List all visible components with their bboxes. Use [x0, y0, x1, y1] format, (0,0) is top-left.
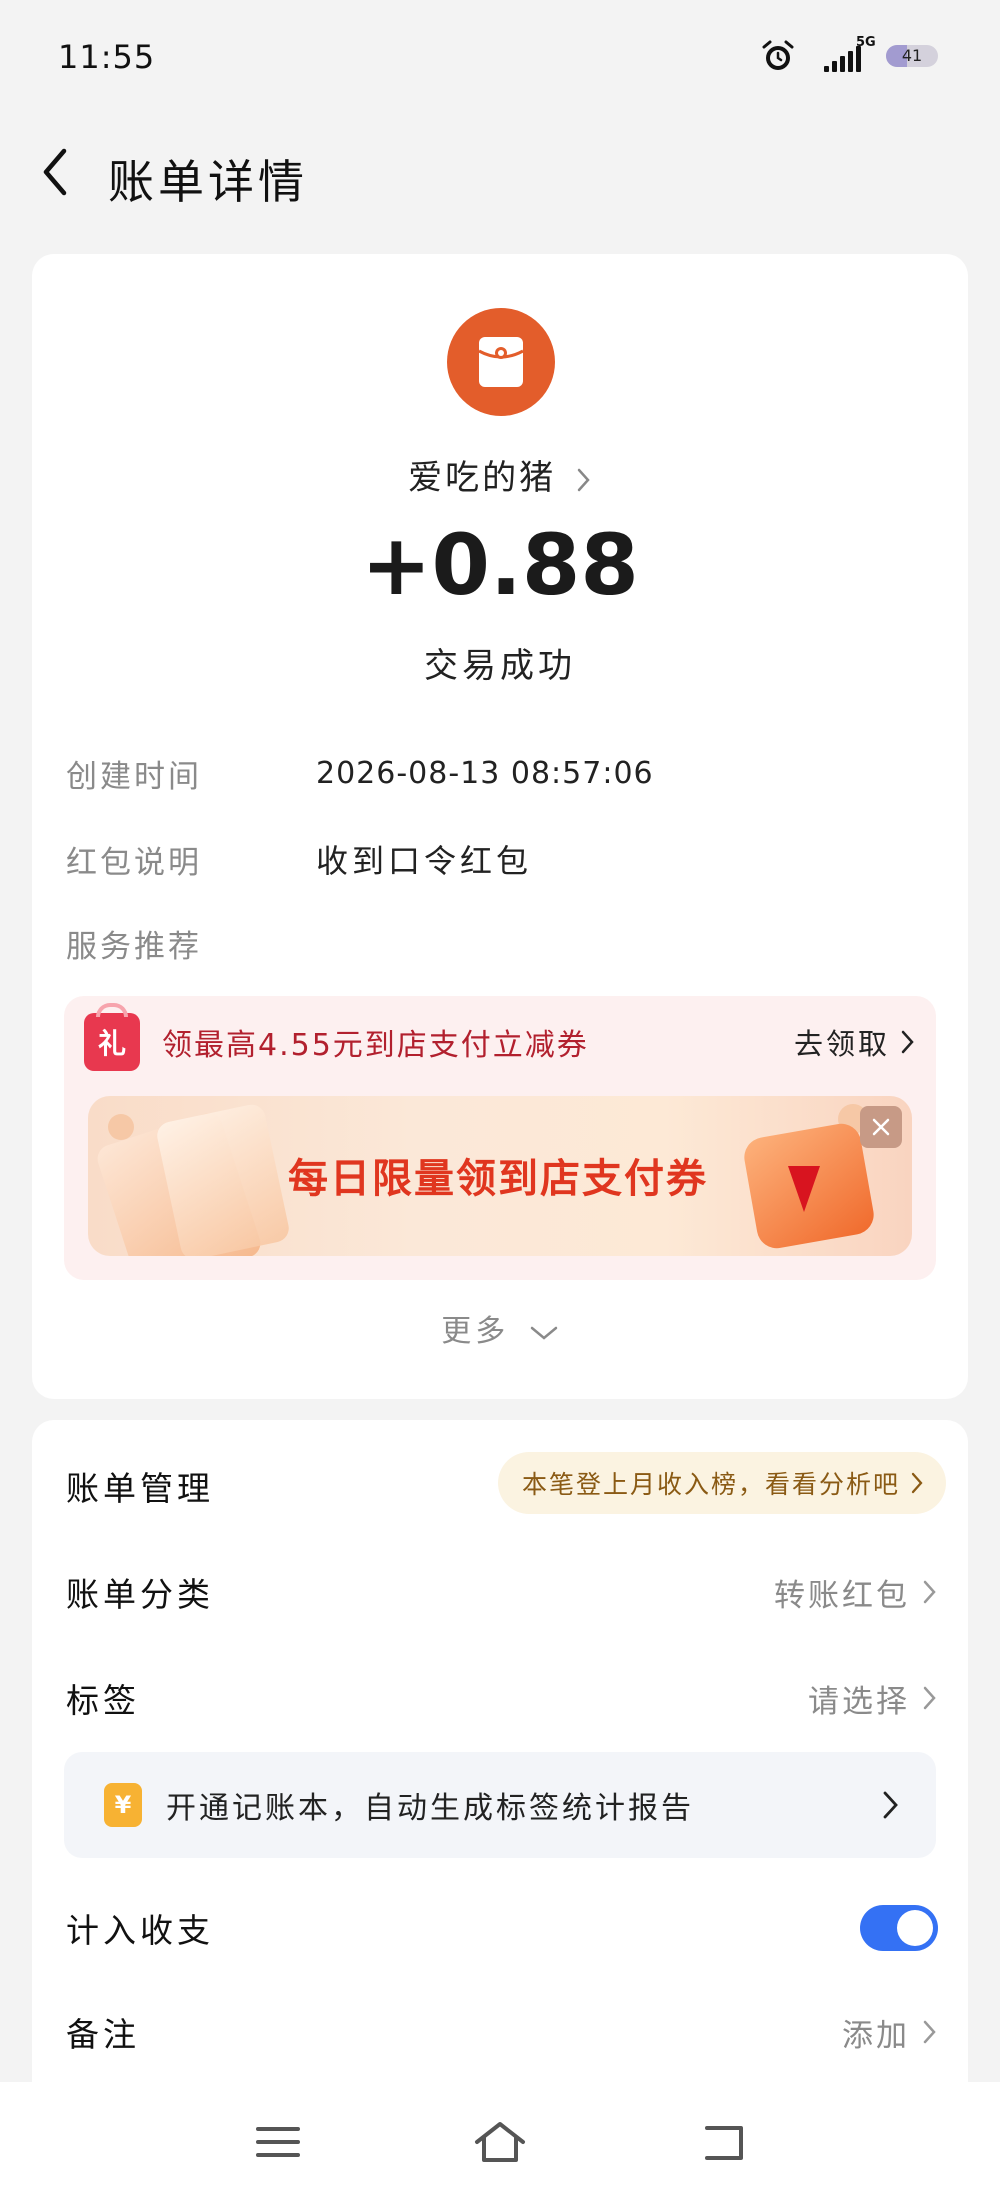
chevron-right-icon	[923, 1580, 936, 1604]
status-icons: 5G 41	[760, 35, 938, 76]
gift-icon: 礼	[84, 1003, 140, 1071]
header: 账单详情	[0, 116, 1000, 230]
remark-value: 添加	[842, 2017, 910, 2054]
ledger-text: 开通记账本，自动生成标签统计报告	[166, 1791, 694, 1826]
detail-row-note: 红包说明 收到口令红包	[66, 834, 532, 884]
promo-action-label: 去领取	[793, 1027, 890, 1061]
system-nav-bar	[0, 2082, 1000, 2200]
merchant-name: 爱吃的猪	[408, 458, 557, 498]
ledger-icon: ¥	[104, 1783, 142, 1827]
detail-row-service: 服务推荐	[66, 918, 316, 968]
close-icon	[872, 1118, 890, 1136]
banner-text: 每日限量领到店支付券	[288, 1156, 708, 1202]
promo-text: 领最高4.55元到店支付立减券	[162, 1028, 589, 1063]
detail-label: 服务推荐	[66, 928, 202, 965]
include-income-toggle[interactable]	[860, 1905, 938, 1951]
transaction-status: 交易成功	[424, 646, 576, 686]
tag-label: 标签	[66, 1681, 140, 1720]
home-icon	[475, 2122, 525, 2162]
chevron-down-icon	[530, 1326, 558, 1340]
battery-level: 41	[901, 46, 923, 65]
chevron-right-icon	[911, 1472, 923, 1494]
chevron-right-icon	[901, 1030, 914, 1054]
status-time: 11:55	[58, 38, 156, 76]
merchant-name-link[interactable]: 爱吃的猪	[32, 450, 968, 499]
page-title: 账单详情	[108, 155, 308, 209]
management-title: 账单管理	[66, 1469, 214, 1508]
more-label: 更多	[441, 1314, 510, 1349]
include-label: 计入收支	[66, 1911, 214, 1950]
chevron-right-icon	[577, 468, 590, 491]
promo-header[interactable]: 礼 领最高4.55元到店支付立减券 去领取	[84, 1003, 916, 1071]
bill-category-row[interactable]: 账单分类 转账红包	[66, 1562, 938, 1622]
back-arrow-icon	[43, 148, 67, 196]
close-banner-button[interactable]	[860, 1106, 902, 1148]
include-income-row: 计入收支	[66, 1898, 938, 1958]
wallet-logo	[788, 1166, 820, 1212]
tag-row[interactable]: 标签 请选择	[66, 1668, 938, 1728]
category-value: 转账红包	[774, 1577, 910, 1614]
tip-text: 本笔登上月收入榜，看看分析吧	[521, 1470, 900, 1499]
detail-row-created-time: 创建时间 2026-08-13 08:57:06	[66, 748, 654, 798]
merchant-avatar[interactable]	[447, 308, 555, 416]
tag-value: 请选择	[808, 1683, 910, 1720]
status-bar: 11:55 5G 41	[0, 0, 1000, 116]
detail-label: 创建时间	[66, 758, 202, 795]
chevron-right-icon	[883, 1791, 898, 1819]
menu-button[interactable]	[248, 2112, 308, 2172]
detail-value: 2026-08-13 08:57:06	[316, 755, 654, 791]
transaction-card: 爱吃的猪 +0.88 交易成功 创建时间 2026-08-13 08:57:06…	[32, 254, 968, 1399]
detail-value: 收到口令红包	[316, 842, 533, 880]
gift-badge-text: 礼	[97, 1027, 126, 1060]
toggle-knob	[897, 1910, 933, 1946]
decor-dot	[108, 1114, 134, 1140]
battery-icon: 41	[886, 45, 938, 67]
chevron-right-icon	[923, 2020, 936, 2044]
detail-label: 红包说明	[66, 844, 202, 881]
promo-banner[interactable]: 每日限量领到店支付券	[88, 1096, 912, 1256]
transaction-amount: +0.88	[361, 516, 639, 614]
home-button[interactable]	[470, 2112, 530, 2172]
chevron-right-icon	[923, 1686, 936, 1710]
remark-row[interactable]: 备注 添加	[66, 2002, 938, 2062]
back-nav-icon	[705, 2126, 743, 2160]
signal-icon: 5G	[810, 35, 876, 74]
ledger-promo-banner[interactable]: ¥ 开通记账本，自动生成标签统计报告	[64, 1752, 936, 1858]
category-label: 账单分类	[66, 1575, 214, 1614]
menu-icon	[256, 2127, 300, 2157]
remark-label: 备注	[66, 2015, 140, 2054]
back-button[interactable]	[30, 144, 80, 200]
promo-claim-button[interactable]: 去领取	[794, 1021, 916, 1063]
back-nav-button[interactable]	[694, 2112, 754, 2172]
promo-box: 礼 领最高4.55元到店支付立减券 去领取 每日限量领到店支付券	[64, 996, 936, 1280]
more-button[interactable]: 更多	[32, 1306, 968, 1350]
red-packet-icon	[478, 337, 524, 387]
income-rank-tip[interactable]: 本笔登上月收入榜，看看分析吧	[497, 1452, 946, 1514]
alarm-icon	[762, 40, 794, 70]
